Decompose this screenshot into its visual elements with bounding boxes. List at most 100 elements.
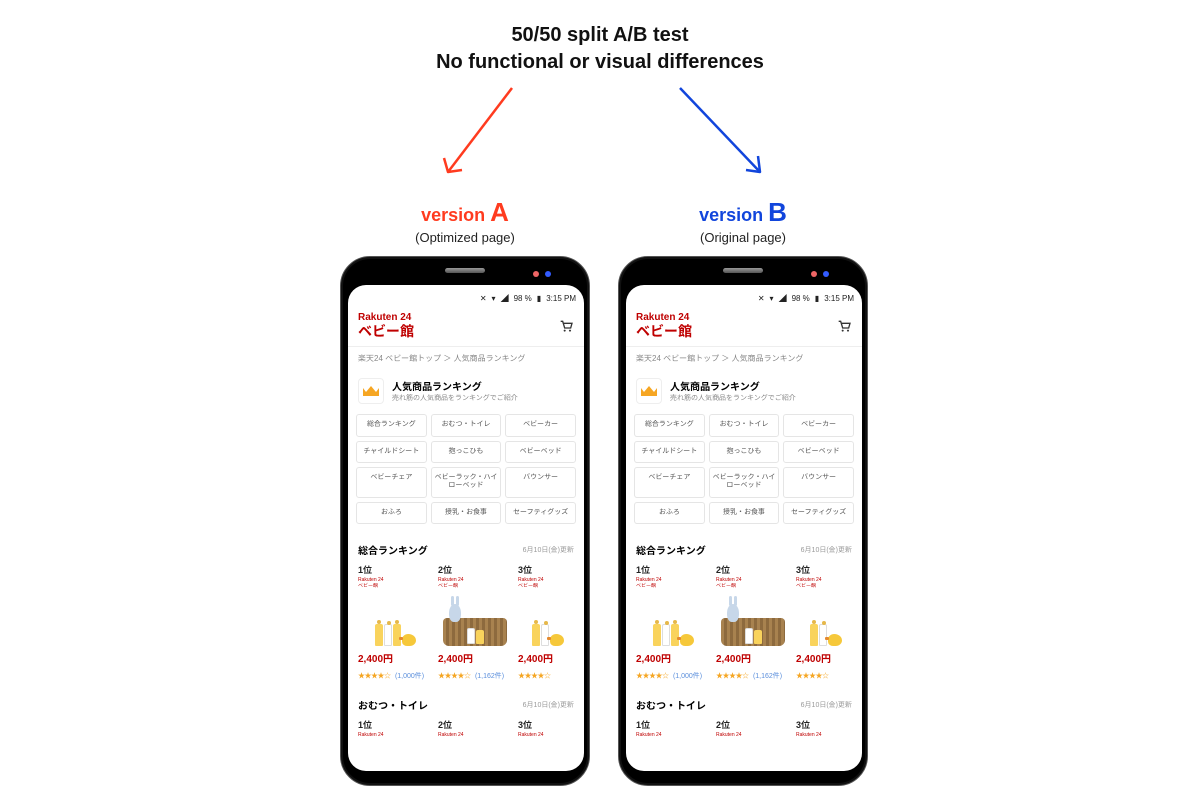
section-bar: おむつ・トイレ 6月10日(金)更新 [626, 689, 862, 716]
product-card[interactable]: 3位 Rakuten 24 [518, 718, 578, 739]
brand-line-2: ベビー館 [358, 324, 414, 339]
wifi-icon: ▾ [770, 294, 774, 303]
rank-label: 3位 [796, 718, 856, 731]
product-card[interactable]: 1位 Rakuten 24 [358, 718, 432, 739]
category-btn[interactable]: ベビーラック・ハイローベッド [431, 467, 502, 498]
rank-label: 1位 [358, 718, 432, 731]
category-btn[interactable]: チャイルドシート [356, 441, 427, 463]
category-btn[interactable]: ベビーラック・ハイローベッド [709, 467, 780, 498]
product-card[interactable]: 2位 Rakuten 24 [438, 718, 512, 739]
section-date: 6月10日(金)更新 [523, 545, 574, 555]
category-btn[interactable]: ベビーカー [783, 414, 854, 436]
clock-text: 3:15 PM [824, 294, 854, 303]
wifi-icon: ▾ [492, 294, 496, 303]
version-b-sub: (Original page) [658, 230, 828, 245]
mini-brand: Rakuten 24 [716, 733, 790, 738]
product-card[interactable]: 3位 Rakuten 24 ベビー館 2,400円 ★★★★☆ [796, 563, 856, 683]
category-btn[interactable]: バウンサー [505, 467, 576, 498]
phone-sensor-dot [823, 271, 829, 277]
arrow-a [430, 80, 520, 190]
product-card[interactable]: 2位 Rakuten 24 ベビー館 2,400円 ★★★★☆ (1,162件) [438, 563, 512, 683]
phone-sensor-dot [545, 271, 551, 277]
version-a-label: version A (Optimized page) [380, 197, 550, 245]
product-image [636, 590, 710, 646]
product-image [716, 590, 790, 646]
signal-icon: ◢ [779, 293, 787, 304]
category-btn[interactable]: 抱っこひも [431, 441, 502, 463]
cart-icon[interactable] [836, 318, 852, 334]
section-label: 総合ランキング [636, 542, 706, 557]
mute-icon: ✕ [758, 294, 765, 303]
star-rating: ★★★★☆ [518, 673, 551, 680]
brand-line-1: Rakuten 24 [358, 313, 414, 324]
product-card[interactable]: 2位 Rakuten 24 ベビー館 2,400円 ★★★★☆ (1,162件) [716, 563, 790, 683]
ranking-header: 人気商品ランキング 売れ筋の人気商品をランキングでご紹介 [626, 370, 862, 410]
category-btn[interactable]: 総合ランキング [356, 414, 427, 436]
product-card[interactable]: 1位 Rakuten 24 [636, 718, 710, 739]
product-price: 2,400円 [438, 650, 512, 665]
review-count: (1,000件) [673, 673, 702, 680]
section-label: おむつ・トイレ [358, 697, 428, 712]
product-card[interactable]: 1位 Rakuten 24 ベビー館 2,400円 ★★★★☆ (1,000件) [358, 563, 432, 683]
crown-icon [636, 378, 662, 404]
category-btn[interactable]: セーフティグッズ [783, 502, 854, 524]
product-card[interactable]: 3位 Rakuten 24 ベビー館 2,400円 ★★★★☆ [518, 563, 578, 683]
product-price: 2,400円 [358, 650, 432, 665]
crown-icon [358, 378, 384, 404]
brand-logo[interactable]: Rakuten 24 ベビー館 [636, 313, 692, 338]
category-btn[interactable]: 授乳・お食事 [431, 502, 502, 524]
version-b-prefix: version [699, 205, 768, 225]
category-btn[interactable]: 授乳・お食事 [709, 502, 780, 524]
breadcrumb[interactable]: 楽天24 ベビー館トップ ＞ 人気商品ランキング [348, 346, 584, 370]
category-btn[interactable]: 抱っこひも [709, 441, 780, 463]
category-btn[interactable]: おふろ [634, 502, 705, 524]
rank-label: 3位 [796, 563, 856, 576]
star-rating: ★★★★☆ [716, 673, 749, 680]
review-count: (1,162件) [475, 673, 504, 680]
section-label: 総合ランキング [358, 542, 428, 557]
product-price: 2,400円 [796, 650, 856, 665]
product-image [358, 590, 432, 646]
category-btn[interactable]: ベビーベッド [505, 441, 576, 463]
ranking-header: 人気商品ランキング 売れ筋の人気商品をランキングでご紹介 [348, 370, 584, 410]
status-bar: ✕ ▾ ◢ 98 % ▮ 3:15 PM [626, 289, 862, 307]
version-a-prefix: version [421, 205, 490, 225]
rank-label: 3位 [518, 718, 578, 731]
mini-brand: ベビー館 [796, 584, 856, 589]
category-btn[interactable]: おむつ・トイレ [709, 414, 780, 436]
product-image [438, 590, 512, 646]
brand-line-1: Rakuten 24 [636, 313, 692, 324]
category-btn[interactable]: 総合ランキング [634, 414, 705, 436]
product-price: 2,400円 [716, 650, 790, 665]
product-price: 2,400円 [518, 650, 578, 665]
rank-label: 1位 [636, 718, 710, 731]
app-header: Rakuten 24 ベビー館 [348, 307, 584, 346]
breadcrumb[interactable]: 楽天24 ベビー館トップ ＞ 人気商品ランキング [626, 346, 862, 370]
star-rating: ★★★★☆ [438, 673, 471, 680]
product-row: 1位 Rakuten 24 2位 Rakuten 24 3位 Rakuten 2… [626, 716, 862, 741]
product-card[interactable]: 1位 Rakuten 24 ベビー館 2,400円 ★★★★☆ (1,000件) [636, 563, 710, 683]
category-btn[interactable]: おむつ・トイレ [431, 414, 502, 436]
category-btn[interactable]: ベビーベッド [783, 441, 854, 463]
category-btn[interactable]: ベビーチェア [356, 467, 427, 498]
title-line-1: 50/50 split A/B test [436, 22, 764, 49]
product-card[interactable]: 2位 Rakuten 24 [716, 718, 790, 739]
mini-brand: ベビー館 [636, 584, 710, 589]
category-btn[interactable]: セーフティグッズ [505, 502, 576, 524]
category-btn[interactable]: ベビーカー [505, 414, 576, 436]
battery-icon: ▮ [537, 294, 541, 303]
brand-line-2: ベビー館 [636, 324, 692, 339]
category-btn[interactable]: チャイルドシート [634, 441, 705, 463]
product-card[interactable]: 3位 Rakuten 24 [796, 718, 856, 739]
cart-icon[interactable] [558, 318, 574, 334]
brand-logo[interactable]: Rakuten 24 ベビー館 [358, 313, 414, 338]
category-btn[interactable]: ベビーチェア [634, 467, 705, 498]
star-rating: ★★★★☆ [796, 673, 829, 680]
rank-label: 2位 [438, 563, 512, 576]
category-btn[interactable]: バウンサー [783, 467, 854, 498]
version-a-letter: A [490, 197, 509, 227]
signal-icon: ◢ [501, 293, 509, 304]
mini-brand: ベビー館 [358, 584, 432, 589]
mini-brand: Rakuten 24 [438, 733, 512, 738]
category-btn[interactable]: おふろ [356, 502, 427, 524]
